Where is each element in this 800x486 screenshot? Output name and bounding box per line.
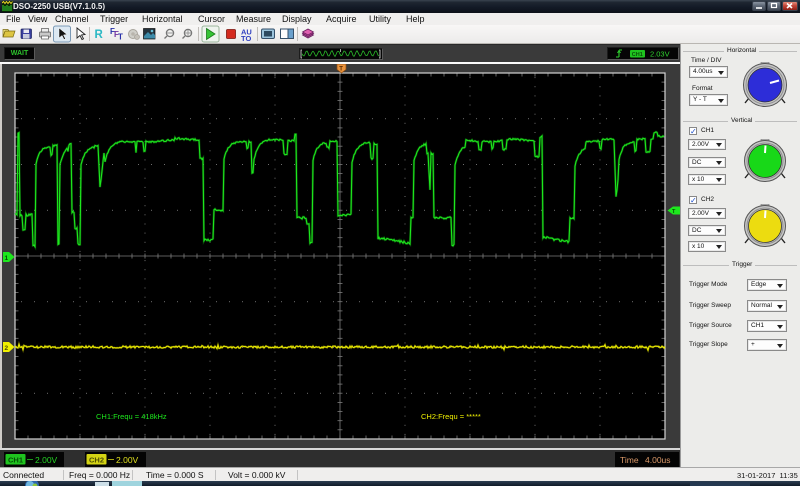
svg-text:CH1: CH1	[632, 52, 643, 58]
svg-text:4.00us: 4.00us	[645, 455, 671, 465]
svg-text:1: 1	[5, 255, 9, 262]
svg-text:T: T	[339, 67, 343, 73]
svg-text:CH1:Frequ = 418kHz: CH1:Frequ = 418kHz	[96, 412, 167, 421]
svg-text:2.00V: 2.00V	[116, 455, 139, 465]
svg-text:Time: Time	[620, 455, 639, 465]
svg-text:CH2:Frequ = *****: CH2:Frequ = *****	[421, 412, 481, 421]
svg-text:2.03V: 2.03V	[650, 50, 670, 59]
svg-text:2.00V: 2.00V	[35, 455, 58, 465]
svg-text:R: R	[95, 29, 104, 41]
svg-text:2: 2	[5, 345, 9, 352]
svg-text:TO: TO	[241, 34, 251, 43]
svg-text:T: T	[118, 33, 123, 42]
svg-text:CH2: CH2	[89, 456, 104, 465]
svg-text:CH1: CH1	[8, 456, 23, 465]
